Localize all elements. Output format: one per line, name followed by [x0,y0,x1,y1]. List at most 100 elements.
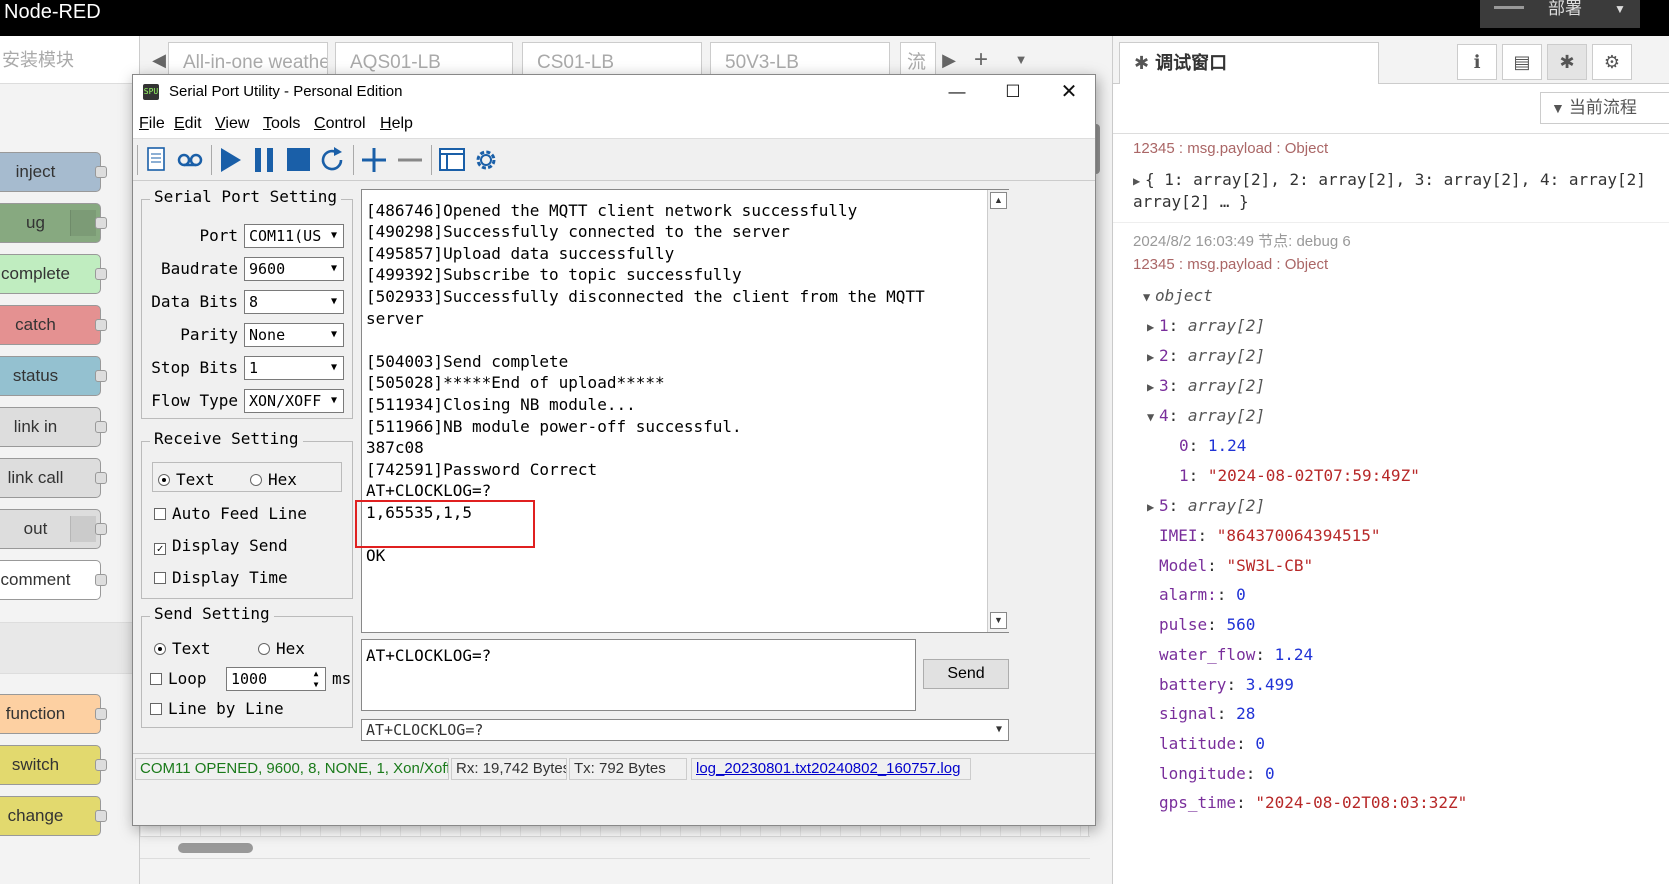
receive-log-line: 387c08 [366,438,424,458]
send-history-select[interactable]: AT+CLOCKLOG=? ▼ [361,719,1009,741]
tab-menu-icon[interactable]: ▼ [1010,44,1032,76]
palette-node[interactable]: ug [0,203,107,243]
msg-summary[interactable]: ▶{ 1: array[2], 2: array[2], 3: array[2]… [1133,170,1646,189]
auto-feed-line-checkbox[interactable]: Auto Feed Line [154,504,307,523]
stopbits-select[interactable]: 1 ▼ [244,356,344,380]
debug-bug-icon[interactable]: ✱ [1547,44,1587,80]
receive-log-line: [511966]NB module power-off successful. [366,416,742,436]
deploy-label: 部署 [1548,0,1582,18]
send-hex-radio[interactable]: Hex [258,639,305,658]
maximize-icon[interactable]: ☐ [985,75,1041,109]
msg-topic: 12345 : msg.payload : Object [1133,256,1329,273]
settings-gear-icon[interactable] [471,143,501,177]
databits-select[interactable]: 8 ▼ [244,290,344,314]
plus-icon[interactable] [359,143,389,177]
flowtype-select[interactable]: XON/XOFF ▼ [244,389,344,413]
new-document-icon[interactable] [141,143,171,177]
scroll-down-icon[interactable]: ▼ [990,612,1007,629]
bug-icon: ✱ [1134,53,1150,73]
log-file-link[interactable]: log_20230801.txt20240802_160757.log [691,758,971,780]
display-time-checkbox[interactable]: Display Time [154,568,288,587]
parity-select[interactable]: None ▼ [244,323,344,347]
book-icon[interactable]: ▤ [1502,44,1542,80]
refresh-icon[interactable] [317,143,347,177]
menu-view[interactable]: View [215,115,249,133]
annotation-highlight-box [355,500,535,548]
scroll-left-icon[interactable]: ◀ [148,44,170,76]
stopbits-label: Stop Bits [151,358,238,377]
window-titlebar[interactable]: SPU Serial Port Utility - Personal Editi… [133,75,1095,109]
close-icon[interactable]: ✕ [1041,75,1097,109]
window-layout-icon[interactable] [437,143,467,177]
deploy-button[interactable]: 部署 ▼ [1480,0,1640,28]
palette-node[interactable]: inject [0,152,107,192]
workspace-horizontal-scrollbar[interactable] [140,836,1090,858]
palette-node[interactable]: out [0,509,107,549]
tab-debug-label: 调试窗口 [1155,53,1228,73]
palette-node-label: status [12,366,59,385]
dropdown-arrow-icon: ▼ [325,291,343,313]
palette-node[interactable]: switch [0,745,107,785]
loop-interval-input[interactable]: 1000 ▲ ▼ [226,667,326,691]
palette-node-label: complete [1,264,70,283]
tab-debug[interactable]: ✱ 调试窗口 [1119,42,1379,85]
tree-item[interactable]: ▶ 2: array[2] [1147,346,1265,365]
receive-hex-radio[interactable]: Hex [250,470,297,489]
receive-text-radio[interactable]: Text [158,470,215,489]
gear-icon[interactable]: ⚙ [1592,44,1632,80]
menu-edit[interactable]: Edit [174,115,202,133]
send-input-area[interactable]: AT+CLOCKLOG=? [361,639,916,711]
dropdown-arrow-icon: ▼ [325,258,343,280]
play-icon[interactable] [215,143,245,177]
palette-node[interactable]: comment [0,560,107,600]
caret-down-icon[interactable]: ▼ [1614,0,1626,18]
info-icon[interactable]: ℹ [1457,44,1497,80]
palette-node[interactable]: link call [0,458,107,498]
dropdown-arrow-icon: ▼ [995,724,1003,735]
send-text-radio[interactable]: Text [154,639,211,658]
scroll-thumb[interactable] [178,843,253,853]
menu-control[interactable]: Control [314,115,366,133]
line-by-line-checkbox[interactable]: Line by Line [150,699,284,718]
palette-node[interactable]: status [0,356,107,396]
add-tab-icon[interactable]: + [970,44,992,76]
minimize-icon[interactable]: — [929,75,985,109]
baudrate-select[interactable]: 9600 ▼ [244,257,344,281]
stop-icon[interactable] [283,143,313,177]
port-select[interactable]: COM11(US ▼ [244,224,344,248]
receive-scrollbar[interactable]: ▲ ▼ [987,190,1009,632]
tree-item[interactable]: ▶ 1: array[2] [1147,316,1265,335]
display-send-checkbox[interactable]: ✓ Display Send [154,536,288,555]
filter-dropdown[interactable]: ▼ 当前流程 [1540,92,1669,124]
status-bar: COM11 OPENED, 9600, 8, NONE, 1, Xon/Xoff… [133,753,1095,781]
tree-item[interactable]: ▶ 3: array[2] [1147,376,1265,395]
send-button[interactable]: Send [923,659,1009,689]
tree-item[interactable]: ▼ 4: array[2] [1147,406,1265,425]
menu-file[interactable]: File [139,115,165,133]
scroll-up-icon[interactable]: ▲ [990,192,1007,209]
receive-log-line: [502933]Successfully disconnected the cl… [366,286,925,306]
menu-bar: File Edit View Tools Control Help [133,109,1095,139]
tree-item[interactable]: ▶ 5: array[2] [1147,496,1265,515]
palette-node[interactable]: complete [0,254,107,294]
record-icon[interactable] [175,143,205,177]
scroll-right-icon[interactable]: ▶ [938,44,960,76]
receive-log-line: [486746]Opened the MQTT client network s… [366,200,858,220]
menu-help[interactable]: Help [380,115,413,133]
palette-node[interactable]: link in [0,407,107,447]
palette-node[interactable]: catch [0,305,107,345]
palette-node[interactable]: change [0,796,107,836]
menu-tools[interactable]: Tools [263,115,300,133]
serial-port-utility-window: SPU Serial Port Utility - Personal Editi… [132,74,1096,826]
minus-icon[interactable] [395,143,425,177]
connection-status: COM11 OPENED, 9600, 8, NONE, 1, Xon/Xoff [135,758,449,780]
tree-root[interactable]: ▼ object [1143,286,1213,305]
dropdown-arrow-icon: ▼ [325,357,343,379]
pause-icon[interactable] [249,143,279,177]
receive-output-area[interactable]: [486746]Opened the MQTT client network s… [361,189,1009,633]
receive-log-line: [505028]*****End of upload***** [366,373,665,393]
loop-checkbox[interactable]: Loop [150,669,207,688]
receive-log-line [366,329,925,351]
receive-log-line: server [366,308,424,328]
palette-node[interactable]: function [0,694,107,734]
